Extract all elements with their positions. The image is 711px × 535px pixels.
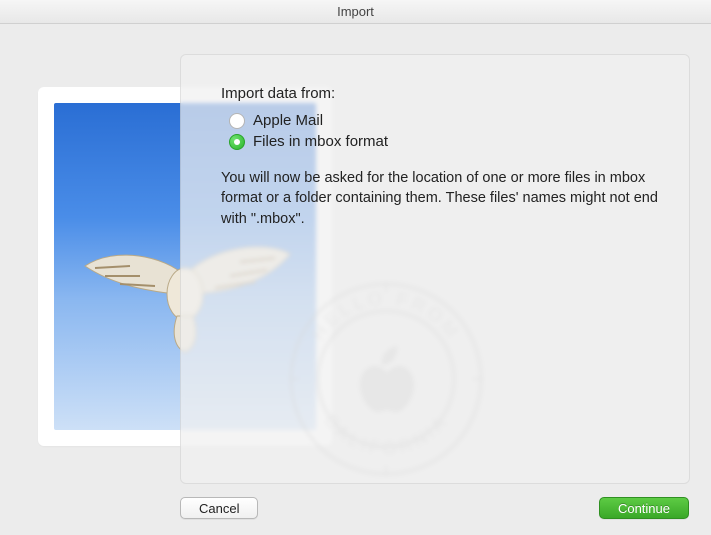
radio-icon xyxy=(229,134,245,150)
import-source-radio-group: Apple Mail Files in mbox format xyxy=(229,112,661,150)
panel-heading: Import data from: xyxy=(221,85,661,102)
radio-mbox-files[interactable]: Files in mbox format xyxy=(229,133,661,150)
button-bar: Cancel Continue xyxy=(0,497,711,519)
import-options-panel: Import data from: Apple Mail Files in mb… xyxy=(180,54,690,484)
continue-button[interactable]: Continue xyxy=(599,497,689,519)
radio-label: Files in mbox format xyxy=(253,133,388,150)
panel-description: You will now be asked for the location o… xyxy=(221,168,661,229)
cancel-button[interactable]: Cancel xyxy=(180,497,258,519)
content-area: HELLO FROM CALIFORNIA Import data from: … xyxy=(0,24,711,535)
radio-apple-mail[interactable]: Apple Mail xyxy=(229,112,661,129)
button-label: Cancel xyxy=(199,501,239,516)
button-label: Continue xyxy=(618,501,670,516)
radio-label: Apple Mail xyxy=(253,112,323,129)
window-title: Import xyxy=(337,4,374,19)
window-titlebar: Import xyxy=(0,0,711,24)
radio-icon xyxy=(229,113,245,129)
